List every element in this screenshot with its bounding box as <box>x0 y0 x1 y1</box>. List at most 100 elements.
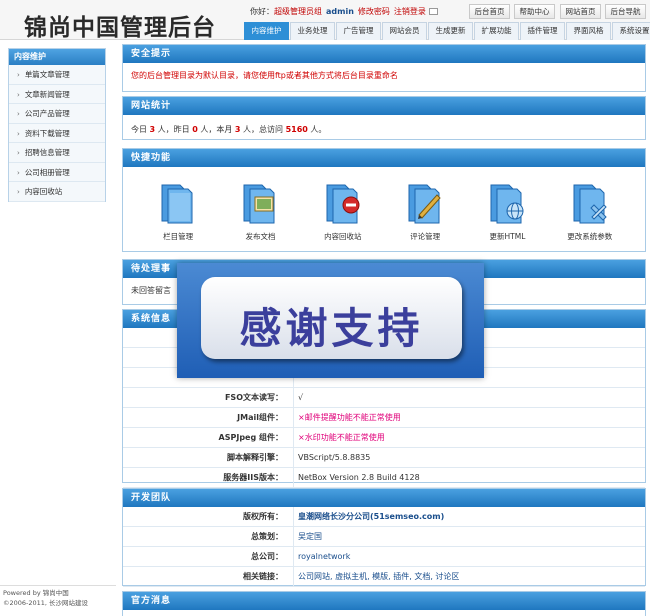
admin-nav-button[interactable]: 后台导航 <box>605 4 646 19</box>
sidebar-item-label: 内容回收站 <box>24 187 63 196</box>
quick-publish[interactable]: 发布文档 <box>229 181 291 242</box>
related-links[interactable]: 公司网站, 虚拟主机, 模版, 插件, 文档, 讨论区 <box>293 567 645 586</box>
month-label: 人，本月 <box>200 125 233 134</box>
panel-title: 安全提示 <box>123 45 645 63</box>
stats-panel: 网站统计 今日 3 人，昨日 0 人，本月 3 人，总访问 5160 人。 <box>122 96 646 140</box>
table-row: FSO文本读写： √ <box>123 388 645 408</box>
quick-update-html[interactable]: 更新HTML <box>476 181 538 242</box>
settings-folder-icon <box>570 181 610 225</box>
arrow-right-icon: › <box>17 188 20 196</box>
admin-home-button[interactable]: 后台首页 <box>469 4 510 19</box>
row-value: VBScript/5.8.8835 <box>293 448 645 467</box>
thanks-badge: 感谢支持 <box>201 277 462 359</box>
tab-settings[interactable]: 系统设置 <box>612 22 650 40</box>
sidebar-item-albums[interactable]: › 公司相册管理 <box>9 163 105 182</box>
language-select[interactable] <box>428 8 438 15</box>
quick-recycle[interactable]: 内容回收站 <box>312 181 374 242</box>
sidebar-item-label: 资料下载管理 <box>24 128 70 138</box>
username: admin <box>326 7 354 16</box>
table-row: 版权所有： 皇潮网络长沙分公司(51semseo.com) <box>123 507 645 527</box>
sidebar-item-downloads[interactable]: › 资料下载管理 <box>9 124 105 143</box>
sidebar-item-single-article[interactable]: › 单篇文章管理 <box>9 65 105 85</box>
total-label: 人，总访问 <box>243 125 284 134</box>
row-label: JMail组件： <box>237 413 283 422</box>
tab-generate[interactable]: 生成更新 <box>428 22 473 40</box>
row-value: NetBox Version 2.8 Build 4128 <box>293 468 645 487</box>
sidebar-title: 内容维护 <box>9 49 105 65</box>
user-role: 超级管理员组 <box>274 7 322 16</box>
tab-ads[interactable]: 广告管理 <box>336 22 381 40</box>
arrow-right-icon: › <box>17 71 20 79</box>
table-row: JMail组件： ×邮件提醒功能不能正常使用 <box>123 408 645 428</box>
sidebar-item-news[interactable]: › 文章新闻管理 <box>9 85 105 104</box>
tab-business[interactable]: 业务处理 <box>290 22 335 40</box>
row-label: 脚本解释引擎： <box>227 453 283 462</box>
picture-folder-icon <box>240 181 280 225</box>
official-news-panel: 官方消息 <box>122 591 646 616</box>
tab-skin[interactable]: 界面风格 <box>566 22 611 40</box>
arrow-right-icon: › <box>17 90 20 99</box>
quick-label: 评论管理 <box>410 232 441 241</box>
panel-title: 快捷功能 <box>123 149 645 167</box>
visit-stats: 今日 3 人，昨日 0 人，本月 3 人，总访问 5160 人。 <box>123 120 645 139</box>
quick-label: 更新HTML <box>489 232 526 241</box>
today-count: 3 <box>149 125 156 134</box>
quick-functions-panel: 快捷功能 栏目管理 发布文档 内容回收站 评论管理 更新HTML 更改系统参数 <box>122 148 646 252</box>
security-notice: 您的后台管理目录为默认目录，请您使用ftp或者其他方式将后台目录重命名 <box>131 71 398 80</box>
sidebar-item-label: 公司相册管理 <box>24 167 70 177</box>
logout-link[interactable]: 注销登录 <box>394 7 426 16</box>
tab-extensions[interactable]: 扩展功能 <box>474 22 519 40</box>
sidebar-item-label: 文章新闻管理 <box>24 89 70 99</box>
yesterday-count: 0 <box>192 125 198 134</box>
row-label: 相关链接： <box>243 572 283 581</box>
sidebar: 内容维护 › 单篇文章管理 › 文章新闻管理 › 公司产品管理 › 资料下载管理 › 招聘… <box>8 48 106 202</box>
copyright-link[interactable]: 皇潮网络长沙分公司(51semseo.com) <box>293 507 645 526</box>
row-value: ×邮件提醒功能不能正常使用 <box>293 408 645 427</box>
table-row: ASPJpeg 组件： ×水印功能不能正常使用 <box>123 428 645 448</box>
quick-system-params[interactable]: 更改系统参数 <box>559 181 621 242</box>
sidebar-item-label: 公司产品管理 <box>24 109 70 118</box>
row-label: FSO文本读写： <box>224 393 283 402</box>
table-row: 总公司： royalnetwork <box>123 547 645 567</box>
footer-copyright: ©2006-2011, 长沙网站建设 <box>3 599 89 607</box>
arrow-right-icon: › <box>17 110 20 118</box>
row-label: 版权所有： <box>243 512 283 521</box>
arrow-right-icon: › <box>17 168 20 177</box>
site-home-button[interactable]: 网站首页 <box>560 4 601 19</box>
arrow-right-icon: › <box>17 129 20 138</box>
today-label: 今日 <box>131 125 147 134</box>
row-label: 总公司： <box>251 552 283 561</box>
tab-members[interactable]: 网站会员 <box>382 22 427 40</box>
help-center-button[interactable]: 帮助中心 <box>514 4 555 19</box>
stats-end: 人。 <box>310 125 327 134</box>
panel-title: 开发团队 <box>123 489 645 507</box>
pending-text: 未回答留言 <box>131 286 171 295</box>
security-panel: 安全提示 您的后台管理目录为默认目录，请您使用ftp或者其他方式将后台目录重命名 <box>122 44 646 92</box>
thanks-overlay: 感谢支持 <box>177 263 484 378</box>
arrow-right-icon: › <box>17 149 20 157</box>
total-count: 5160 <box>285 125 308 134</box>
folder-icon <box>158 181 198 225</box>
change-password-link[interactable]: 修改密码 <box>358 7 390 16</box>
quick-column-manage[interactable]: 栏目管理 <box>147 181 209 242</box>
month-count: 3 <box>234 125 241 134</box>
top-header: 锦尚中国管理后台 你好：超级管理员组 admin 修改密码 注销登录 后台首页 帮助中… <box>0 0 650 41</box>
quick-comments[interactable]: 评论管理 <box>394 181 456 242</box>
company-link[interactable]: royalnetwork <box>293 547 645 566</box>
sidebar-item-jobs[interactable]: › 招聘信息管理 <box>9 143 105 163</box>
sidebar-item-recycle[interactable]: › 内容回收站 <box>9 182 105 202</box>
sidebar-item-products[interactable]: › 公司产品管理 <box>9 104 105 124</box>
footer: Powered by 锦尚中国 ©2006-2011, 长沙网站建设 <box>0 585 116 616</box>
main-tabs: 内容维护 业务处理 广告管理 网站会员 生成更新 扩展功能 插件管理 界面风格 … <box>244 22 650 40</box>
tab-content[interactable]: 内容维护 <box>244 22 289 40</box>
team-panel: 开发团队 版权所有： 皇潮网络长沙分公司(51semseo.com) 总策划： … <box>122 488 646 587</box>
quick-label: 发布文档 <box>245 232 276 241</box>
tab-plugins[interactable]: 插件管理 <box>520 22 565 40</box>
table-row: 服务器IIS版本： NetBox Version 2.8 Build 4128 <box>123 468 645 488</box>
quick-label: 更改系统参数 <box>567 232 613 241</box>
delete-folder-icon <box>323 181 363 225</box>
thanks-text: 感谢支持 <box>239 304 424 353</box>
sidebar-item-label: 招聘信息管理 <box>24 148 70 157</box>
table-row: 总策划： 吴定国 <box>123 527 645 547</box>
planner-value: 吴定国 <box>293 527 645 546</box>
